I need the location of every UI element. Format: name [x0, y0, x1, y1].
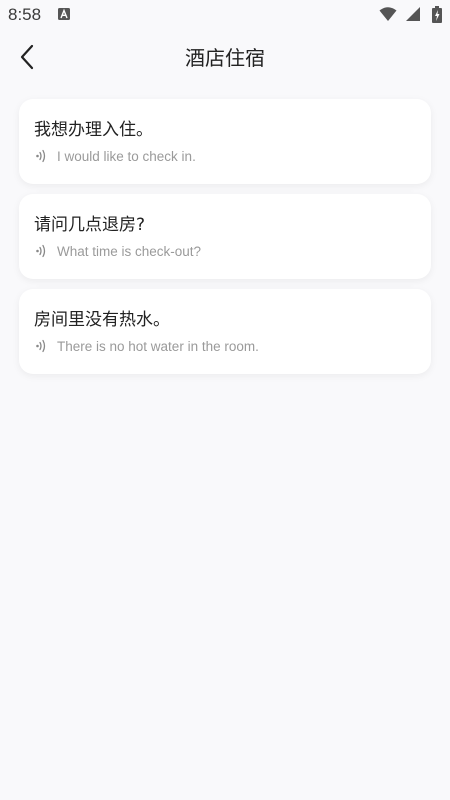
phrase-card[interactable]: 房间里没有热水。 There is no hot water in the ro…: [19, 289, 431, 374]
status-icons: [379, 6, 442, 24]
page-title: 酒店住宿: [185, 46, 265, 70]
header: 酒店住宿: [0, 34, 450, 80]
phrase-card[interactable]: 请问几点退房? What time is check-out?: [19, 194, 431, 279]
phrase-list: 我想办理入住。 I would like to check in. 请问几点退房…: [19, 99, 431, 384]
phrase-chinese: 请问几点退房?: [34, 215, 146, 235]
status-bar: 8:58: [0, 0, 450, 30]
cell-signal-icon: [405, 7, 420, 21]
speaker-icon[interactable]: [35, 149, 49, 163]
wifi-icon: [379, 7, 397, 21]
phrase-english: I would like to check in.: [57, 149, 196, 164]
phrase-chinese: 我想办理入住。: [34, 120, 153, 140]
speaker-icon[interactable]: [35, 244, 49, 258]
speaker-icon[interactable]: [35, 339, 49, 353]
a-app-icon: [58, 8, 70, 20]
phrase-english: There is no hot water in the room.: [57, 339, 259, 354]
phrase-english: What time is check-out?: [57, 244, 202, 259]
status-time: 8:58: [8, 5, 42, 24]
battery-icon: [432, 6, 442, 23]
phrase-chinese: 房间里没有热水。: [34, 310, 170, 330]
phrase-card[interactable]: 我想办理入住。 I would like to check in.: [19, 99, 431, 184]
